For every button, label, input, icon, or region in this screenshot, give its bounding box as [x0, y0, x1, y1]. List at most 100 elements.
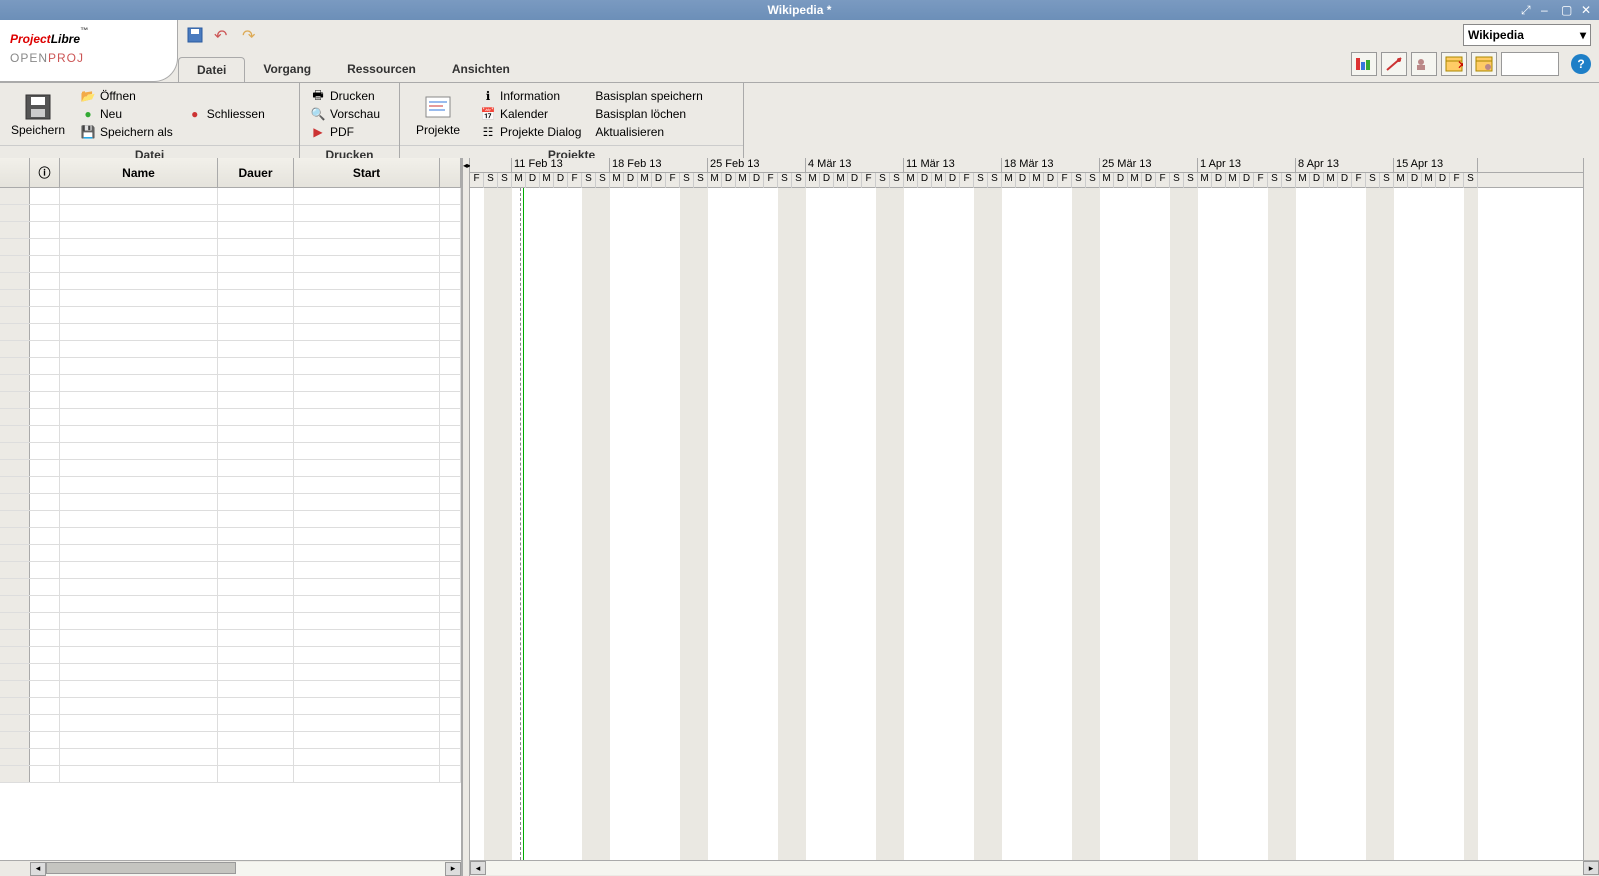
pdf-button[interactable]: ▶PDF — [306, 123, 384, 141]
preview-icon: 🔍 — [310, 106, 326, 122]
undo-icon[interactable]: ↶ — [214, 26, 234, 46]
table-row[interactable] — [0, 358, 461, 375]
column-start[interactable]: Start — [294, 158, 440, 187]
table-row[interactable] — [0, 273, 461, 290]
tab-vorgang[interactable]: Vorgang — [245, 57, 329, 82]
gantt-week-label: 18 Feb 13 — [610, 158, 708, 172]
close-icon[interactable]: ✕ — [1581, 3, 1595, 17]
gantt-v-scrollbar[interactable] — [1583, 158, 1599, 860]
table-row[interactable] — [0, 222, 461, 239]
gantt-week-label: 25 Mär 13 — [1100, 158, 1198, 172]
view-resources-icon[interactable] — [1411, 52, 1437, 76]
table-row[interactable] — [0, 545, 461, 562]
table-row[interactable] — [0, 256, 461, 273]
splitter[interactable]: ◂▸ — [462, 158, 470, 876]
table-row[interactable] — [0, 562, 461, 579]
table-row[interactable] — [0, 307, 461, 324]
table-row[interactable] — [0, 477, 461, 494]
gantt-scroll-left-icon[interactable]: ◂ — [470, 861, 486, 875]
column-name[interactable]: Name — [60, 158, 218, 187]
table-row[interactable] — [0, 460, 461, 477]
svg-text:✕: ✕ — [1457, 58, 1463, 72]
projects-button[interactable]: Projekte — [406, 87, 470, 141]
open-button[interactable]: 📂Öffnen — [76, 87, 177, 105]
save-icon[interactable] — [186, 26, 206, 46]
table-row[interactable] — [0, 698, 461, 715]
h-scroll-thumb[interactable] — [46, 862, 236, 874]
gantt-week-label: 11 Feb 13 — [512, 158, 610, 172]
close-button[interactable]: ●Schliessen — [183, 105, 269, 123]
table-row[interactable] — [0, 511, 461, 528]
new-button[interactable]: ●Neu — [76, 105, 177, 123]
table-row[interactable] — [0, 443, 461, 460]
table-row[interactable] — [0, 528, 461, 545]
column-info[interactable]: ⓘ — [30, 158, 60, 187]
maximize-icon[interactable]: ▢ — [1561, 3, 1575, 17]
table-row[interactable] — [0, 749, 461, 766]
table-h-scrollbar[interactable]: ◂ ▸ — [0, 860, 461, 876]
view-network-icon[interactable] — [1381, 52, 1407, 76]
view-rbs-icon[interactable]: ✕ — [1441, 52, 1467, 76]
baseline-save-button[interactable]: Basisplan speichern — [591, 88, 706, 104]
table-row[interactable] — [0, 409, 461, 426]
gantt-week-label: 4 Mär 13 — [806, 158, 904, 172]
gantt-week-label: 1 Apr 13 — [1198, 158, 1296, 172]
view-gantt-icon[interactable] — [1351, 52, 1377, 76]
save-as-button[interactable]: 💾Speichern als — [76, 123, 177, 141]
restore-icon[interactable]: ⤢ — [1521, 3, 1535, 17]
preview-button[interactable]: 🔍Vorschau — [306, 105, 384, 123]
table-row[interactable] — [0, 239, 461, 256]
table-row[interactable] — [0, 188, 461, 205]
table-row[interactable] — [0, 324, 461, 341]
gantt-h-scrollbar[interactable]: ◂ ▸ — [470, 860, 1599, 876]
column-dauer[interactable]: Dauer — [218, 158, 294, 187]
redo-icon[interactable]: ↷ — [242, 26, 262, 46]
table-row[interactable] — [0, 494, 461, 511]
information-button[interactable]: ℹInformation — [476, 87, 585, 105]
baseline-clear-button[interactable]: Basisplan löchen — [591, 106, 706, 122]
scroll-left-icon[interactable]: ◂ — [30, 862, 46, 876]
table-row[interactable] — [0, 205, 461, 222]
task-table: ⓘ Name Dauer Start ◂ ▸ — [0, 158, 462, 876]
table-row[interactable] — [0, 647, 461, 664]
table-row[interactable] — [0, 766, 461, 783]
tab-datei[interactable]: Datei — [178, 57, 245, 82]
save-button[interactable]: Speichern — [6, 87, 70, 141]
table-row[interactable] — [0, 732, 461, 749]
help-button[interactable]: ? — [1571, 54, 1591, 74]
row-header-corner[interactable] — [0, 158, 30, 187]
tab-ansichten[interactable]: Ansichten — [434, 57, 528, 82]
calendar-button[interactable]: 📅Kalender — [476, 105, 585, 123]
update-button[interactable]: Aktualisieren — [591, 124, 706, 140]
table-row[interactable] — [0, 596, 461, 613]
project-selector[interactable]: Wikipedia — [1463, 24, 1591, 46]
projects-dialog-button[interactable]: ☷Projekte Dialog — [476, 123, 585, 141]
calendar-icon: 📅 — [480, 106, 496, 122]
table-row[interactable] — [0, 630, 461, 647]
table-row[interactable] — [0, 392, 461, 409]
table-row[interactable] — [0, 681, 461, 698]
table-row[interactable] — [0, 664, 461, 681]
table-row[interactable] — [0, 375, 461, 392]
minimize-icon[interactable]: – — [1541, 3, 1555, 17]
column-extra[interactable] — [440, 158, 461, 187]
table-row[interactable] — [0, 613, 461, 630]
table-row[interactable] — [0, 290, 461, 307]
scroll-right-icon[interactable]: ▸ — [445, 862, 461, 876]
view-report-icon[interactable] — [1471, 52, 1497, 76]
titlebar: Wikipedia * ⤢ – ▢ ✕ — [0, 0, 1599, 20]
gantt-scroll-right-icon[interactable]: ▸ — [1583, 861, 1599, 875]
search-input[interactable] — [1501, 52, 1559, 76]
table-row[interactable] — [0, 715, 461, 732]
app-logo: ProjectLibre™ OPENPROJ — [0, 20, 178, 82]
table-row[interactable] — [0, 341, 461, 358]
gantt-week-label: 15 Apr 13 — [1394, 158, 1478, 172]
table-row[interactable] — [0, 579, 461, 596]
tab-ressourcen[interactable]: Ressourcen — [329, 57, 434, 82]
table-row[interactable] — [0, 426, 461, 443]
gantt-week-label: 25 Feb 13 — [708, 158, 806, 172]
pdf-icon: ▶ — [310, 124, 326, 140]
new-icon: ● — [80, 106, 96, 122]
print-button[interactable]: 🖶Drucken — [306, 87, 384, 105]
gantt-chart: 11 Feb 1318 Feb 1325 Feb 134 Mär 1311 Mä… — [470, 158, 1599, 876]
